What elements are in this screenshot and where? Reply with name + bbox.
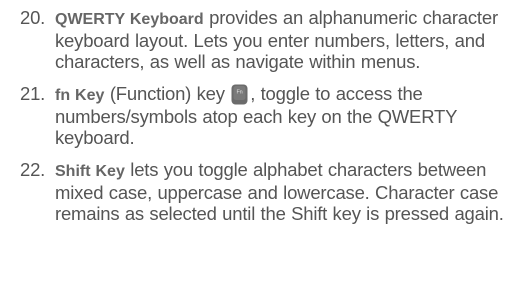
item-number: 22.	[20, 159, 46, 180]
fn-key-icon-label: Fn	[237, 90, 243, 96]
item-number: 21.	[20, 83, 46, 104]
list-item-qwerty-keyboard: 20. QWERTY Keyboard provides an alphanum…	[20, 7, 506, 72]
feature-list: 20. QWERTY Keyboard provides an alphanum…	[20, 7, 506, 224]
item-description-part-1: (Function) key	[104, 83, 231, 104]
list-item-fn-key: 21. fn Key (Function) key Fn , toggle to…	[20, 83, 506, 148]
item-term: fn Key	[55, 87, 105, 104]
fn-key-icon: Fn	[231, 84, 248, 105]
item-term: Shift Key	[55, 163, 125, 180]
item-term: QWERTY Keyboard	[55, 11, 204, 28]
item-number: 20.	[20, 7, 46, 28]
list-item-shift-key: 22. Shift Key lets you toggle alphabet c…	[20, 159, 506, 224]
